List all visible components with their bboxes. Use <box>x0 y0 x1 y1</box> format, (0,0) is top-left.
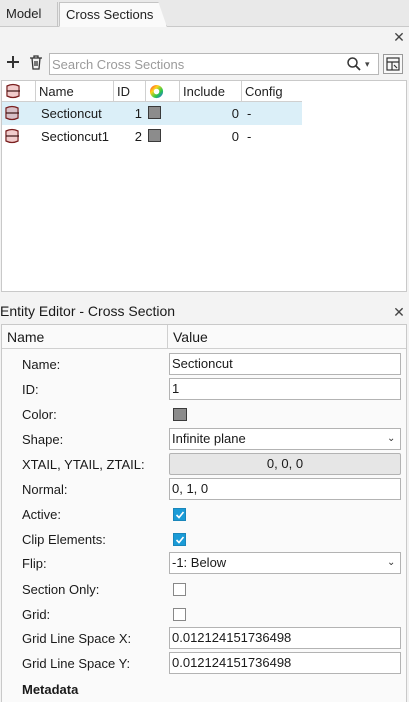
section-type-icon <box>4 104 22 127</box>
label-color: Color: <box>22 407 57 422</box>
grid-line-space-y-field[interactable]: 0.012124151736498 <box>169 652 401 674</box>
search-icon[interactable] <box>346 56 362 72</box>
label-grid: Grid: <box>22 607 51 622</box>
chevron-down-icon: ⌄ <box>387 433 396 444</box>
entity-editor: Name Value Name: Sectioncut ID: 1 Color:… <box>1 324 407 702</box>
label-shape: Shape: <box>22 432 64 447</box>
normal-field[interactable]: 0, 1, 0 <box>169 478 401 500</box>
toolbar: ▾ <box>0 52 409 78</box>
cross-section-list: Name ID Include Config Sectioncut 1 0 - … <box>1 80 407 292</box>
row-id: 1 <box>134 106 142 121</box>
tab-cross-sections[interactable]: Cross Sections <box>59 2 167 27</box>
editor-column-name: Name <box>2 325 168 349</box>
label-active: Active: <box>22 507 62 522</box>
name-field[interactable]: Sectioncut <box>169 353 401 375</box>
browser-config-icon[interactable] <box>383 54 403 74</box>
grid-checkbox[interactable] <box>173 608 186 621</box>
column-header-config[interactable]: Config <box>242 81 302 102</box>
trash-icon[interactable] <box>27 55 45 73</box>
panel-close-icon[interactable]: ✕ <box>392 30 406 44</box>
column-header-include[interactable]: Include <box>180 81 242 102</box>
label-section-only: Section Only: <box>22 582 100 597</box>
editor-column-value: Value <box>168 325 406 349</box>
tab-model[interactable]: Model <box>0 2 58 27</box>
editor-close-icon[interactable]: ✕ <box>392 305 406 319</box>
column-header-id[interactable]: ID <box>114 81 146 102</box>
label-normal: Normal: <box>22 482 68 497</box>
color-swatch[interactable] <box>173 408 187 421</box>
shape-value: Infinite plane <box>172 431 246 446</box>
color-wheel-icon <box>149 84 164 99</box>
section-type-icon <box>4 127 22 150</box>
list-row[interactable]: Sectioncut1 2 0 - <box>2 125 302 148</box>
flip-select[interactable]: -1: Below ⌄ <box>169 552 401 574</box>
tab-bar: Model Cross Sections <box>0 0 409 27</box>
chevron-down-icon: ⌄ <box>387 557 396 568</box>
label-grid-line-space-y: Grid Line Space Y: <box>22 656 131 671</box>
search-box[interactable]: ▾ <box>49 53 379 75</box>
row-color-swatch[interactable] <box>148 106 161 119</box>
label-grid-line-space-x: Grid Line Space X: <box>22 631 132 646</box>
row-config: - <box>247 129 252 144</box>
id-field[interactable]: 1 <box>169 378 401 400</box>
grid-line-space-x-field[interactable]: 0.012124151736498 <box>169 627 401 649</box>
label-id: ID: <box>22 382 39 397</box>
row-id: 2 <box>134 129 142 144</box>
label-flip: Flip: <box>22 556 47 571</box>
metadata-heading[interactable]: Metadata <box>22 682 78 697</box>
clip-elements-checkbox[interactable] <box>173 533 186 546</box>
row-include: 0 <box>231 106 239 121</box>
entity-editor-title: Entity Editor - Cross Section <box>0 303 176 319</box>
active-checkbox[interactable] <box>173 508 186 521</box>
label-name: Name: <box>22 357 61 372</box>
shape-select[interactable]: Infinite plane ⌄ <box>169 428 401 450</box>
column-header-color[interactable] <box>146 81 180 102</box>
row-name: Sectioncut <box>41 106 102 121</box>
label-clip-elements: Clip Elements: <box>22 532 106 547</box>
row-include: 0 <box>231 129 239 144</box>
list-row[interactable]: Sectioncut 1 0 - <box>2 102 302 125</box>
column-header-name[interactable]: Name <box>36 81 114 102</box>
header-type-icon <box>2 81 36 102</box>
row-config: - <box>247 106 252 121</box>
search-input[interactable] <box>52 55 342 73</box>
tail-button[interactable]: 0, 0, 0 <box>169 453 401 475</box>
row-name: Sectioncut1 <box>41 129 109 144</box>
flip-value: -1: Below <box>172 555 227 570</box>
add-icon[interactable] <box>4 55 22 73</box>
row-color-swatch[interactable] <box>148 129 161 142</box>
section-only-checkbox[interactable] <box>173 583 186 596</box>
label-tail: XTAIL, YTAIL, ZTAIL: <box>22 457 145 472</box>
dropdown-icon[interactable]: ▾ <box>365 57 375 71</box>
list-header: Name ID Include Config <box>2 81 302 102</box>
